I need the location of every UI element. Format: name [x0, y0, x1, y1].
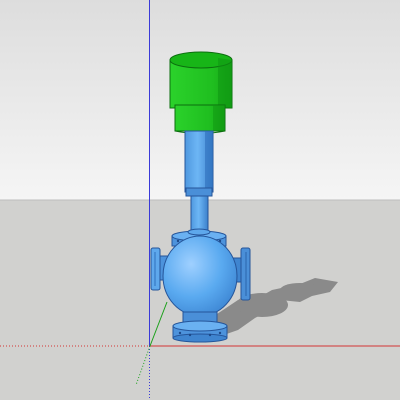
valve-stem [190, 195, 209, 233]
yoke-bottom-block [185, 187, 213, 197]
valve-sphere [162, 235, 238, 317]
actuator[interactable] [169, 51, 233, 134]
scene-canvas[interactable] [0, 0, 400, 400]
3d-viewport[interactable] [0, 0, 400, 400]
bottom-port-flange [172, 320, 228, 343]
